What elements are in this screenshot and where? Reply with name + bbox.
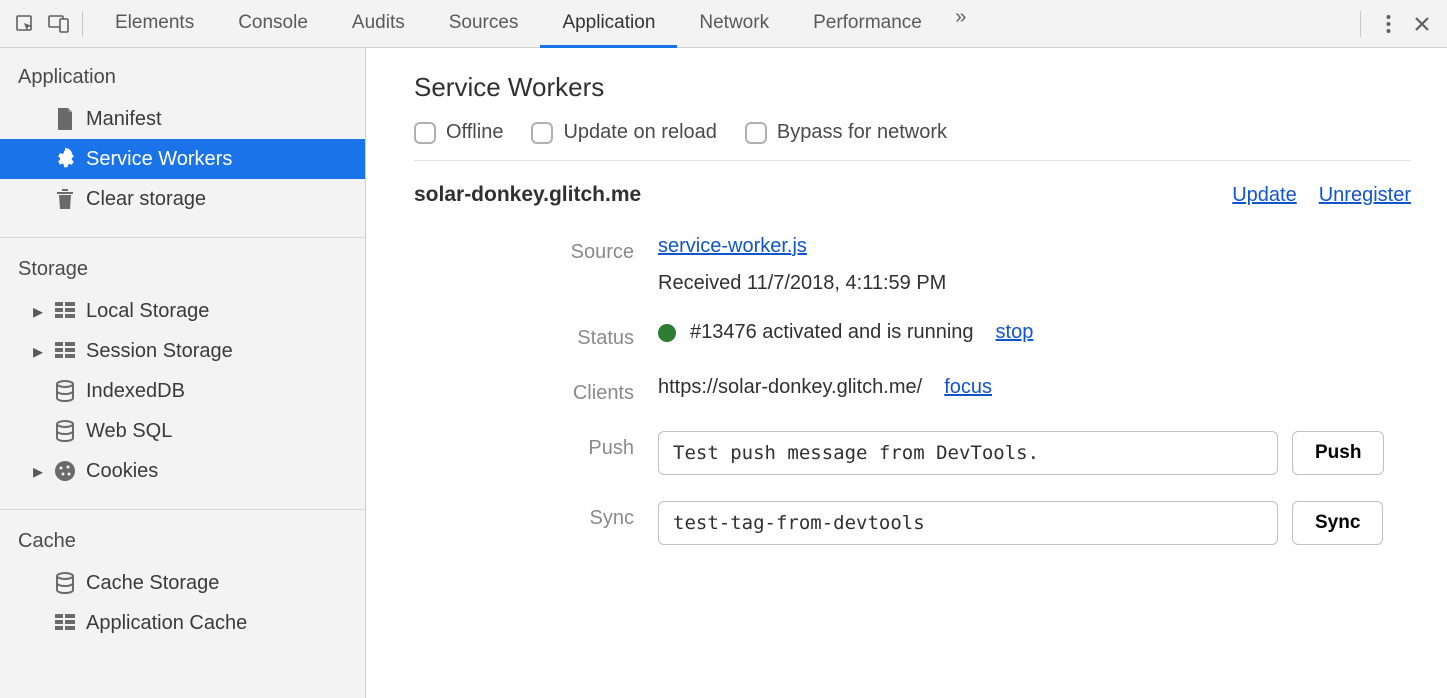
tab-sources[interactable]: Sources: [427, 1, 541, 48]
tab-console[interactable]: Console: [216, 1, 330, 48]
chevron-right-icon: ▸: [32, 459, 44, 484]
registration-header: solar-donkey.glitch.me Update Unregister: [414, 183, 1411, 207]
registration-fields: Source service-worker.js Received 11/7/2…: [414, 235, 1411, 545]
status-text: #13476 activated and is running: [690, 321, 974, 344]
sidebar-item-web-sql[interactable]: Web SQL: [0, 411, 365, 451]
tab-network[interactable]: Network: [677, 1, 791, 48]
status-label: Status: [414, 321, 634, 350]
sidebar-item-label: Web SQL: [86, 420, 172, 443]
sidebar-item-cookies[interactable]: ▸ Cookies: [0, 451, 365, 491]
tab-audits[interactable]: Audits: [330, 1, 427, 48]
gear-icon: [54, 148, 76, 170]
trash-icon: [54, 188, 76, 210]
panel-title: Service Workers: [414, 72, 1411, 103]
sidebar-item-indexeddb[interactable]: IndexedDB: [0, 371, 365, 411]
sidebar-title-storage: Storage: [0, 250, 365, 291]
status-dot-icon: [658, 324, 676, 342]
sidebar-group-storage: Storage ▸ Local Storage ▸ Session Storag…: [0, 250, 365, 510]
sidebar-item-cache-storage[interactable]: Cache Storage: [0, 563, 365, 603]
sidebar-group-application: Application Manifest Service Workers: [0, 58, 365, 238]
checkbox-label: Offline: [446, 121, 503, 144]
tab-performance[interactable]: Performance: [791, 1, 944, 48]
unregister-link[interactable]: Unregister: [1319, 184, 1411, 207]
sidebar-item-label: Session Storage: [86, 340, 233, 363]
options-row: Offline Update on reload Bypass for netw…: [414, 121, 1411, 161]
sidebar-item-application-cache[interactable]: Application Cache: [0, 603, 365, 643]
stop-link[interactable]: stop: [996, 321, 1034, 344]
application-sidebar: Application Manifest Service Workers: [0, 48, 366, 698]
update-on-reload-checkbox[interactable]: Update on reload: [531, 121, 716, 144]
client-url: https://solar-donkey.glitch.me/: [658, 376, 922, 399]
push-button[interactable]: Push: [1292, 431, 1384, 475]
tab-application[interactable]: Application: [540, 1, 677, 48]
sidebar-item-session-storage[interactable]: ▸ Session Storage: [0, 331, 365, 371]
source-link[interactable]: service-worker.js: [658, 235, 807, 258]
database-icon: [54, 572, 76, 594]
sidebar-item-label: Application Cache: [86, 612, 247, 635]
sidebar-title-application: Application: [0, 58, 365, 99]
update-link[interactable]: Update: [1232, 184, 1297, 207]
source-label: Source: [414, 235, 634, 264]
kebab-menu-icon[interactable]: [1371, 7, 1405, 41]
checkbox-label: Update on reload: [563, 121, 716, 144]
file-icon: [54, 108, 76, 130]
sidebar-group-cache: Cache Cache Storage Application Cache: [0, 522, 365, 661]
sidebar-title-cache: Cache: [0, 522, 365, 563]
sidebar-item-label: Manifest: [86, 108, 162, 131]
separator: [82, 11, 83, 37]
checkbox-icon: [414, 122, 436, 144]
sidebar-item-label: Local Storage: [86, 300, 209, 323]
grid-icon: [54, 340, 76, 362]
push-input[interactable]: [658, 431, 1278, 475]
checkbox-label: Bypass for network: [777, 121, 947, 144]
close-icon[interactable]: [1405, 7, 1439, 41]
sidebar-item-label: Clear storage: [86, 188, 206, 211]
devtools-tabbar: Elements Console Audits Sources Applicat…: [0, 0, 1447, 48]
sidebar-item-label: Cookies: [86, 460, 158, 483]
chevron-right-icon: ▸: [32, 339, 44, 364]
device-toggle-icon[interactable]: [42, 7, 76, 41]
clients-label: Clients: [414, 376, 634, 405]
tab-strip: Elements Console Audits Sources Applicat…: [93, 0, 978, 47]
service-workers-panel: Service Workers Offline Update on reload…: [366, 48, 1447, 698]
database-icon: [54, 420, 76, 442]
checkbox-icon: [531, 122, 553, 144]
more-tabs-icon[interactable]: »: [944, 0, 978, 34]
origin-label: solar-donkey.glitch.me: [414, 183, 641, 207]
focus-link[interactable]: focus: [944, 376, 992, 399]
sync-input[interactable]: [658, 501, 1278, 545]
offline-checkbox[interactable]: Offline: [414, 121, 503, 144]
chevron-right-icon: ▸: [32, 299, 44, 324]
sidebar-item-label: Service Workers: [86, 148, 232, 171]
separator: [1360, 11, 1361, 37]
sidebar-item-label: Cache Storage: [86, 572, 219, 595]
sidebar-item-service-workers[interactable]: Service Workers: [0, 139, 365, 179]
bypass-network-checkbox[interactable]: Bypass for network: [745, 121, 947, 144]
inspect-icon[interactable]: [8, 7, 42, 41]
cookie-icon: [54, 460, 76, 482]
sidebar-item-clear-storage[interactable]: Clear storage: [0, 179, 365, 219]
grid-icon: [54, 612, 76, 634]
checkbox-icon: [745, 122, 767, 144]
sidebar-item-manifest[interactable]: Manifest: [0, 99, 365, 139]
tab-elements[interactable]: Elements: [93, 1, 216, 48]
sync-button[interactable]: Sync: [1292, 501, 1383, 545]
push-label: Push: [414, 431, 634, 460]
sidebar-item-label: IndexedDB: [86, 380, 185, 403]
grid-icon: [54, 300, 76, 322]
database-icon: [54, 380, 76, 402]
sync-label: Sync: [414, 501, 634, 530]
received-text: Received 11/7/2018, 4:11:59 PM: [658, 272, 1411, 295]
sidebar-item-local-storage[interactable]: ▸ Local Storage: [0, 291, 365, 331]
